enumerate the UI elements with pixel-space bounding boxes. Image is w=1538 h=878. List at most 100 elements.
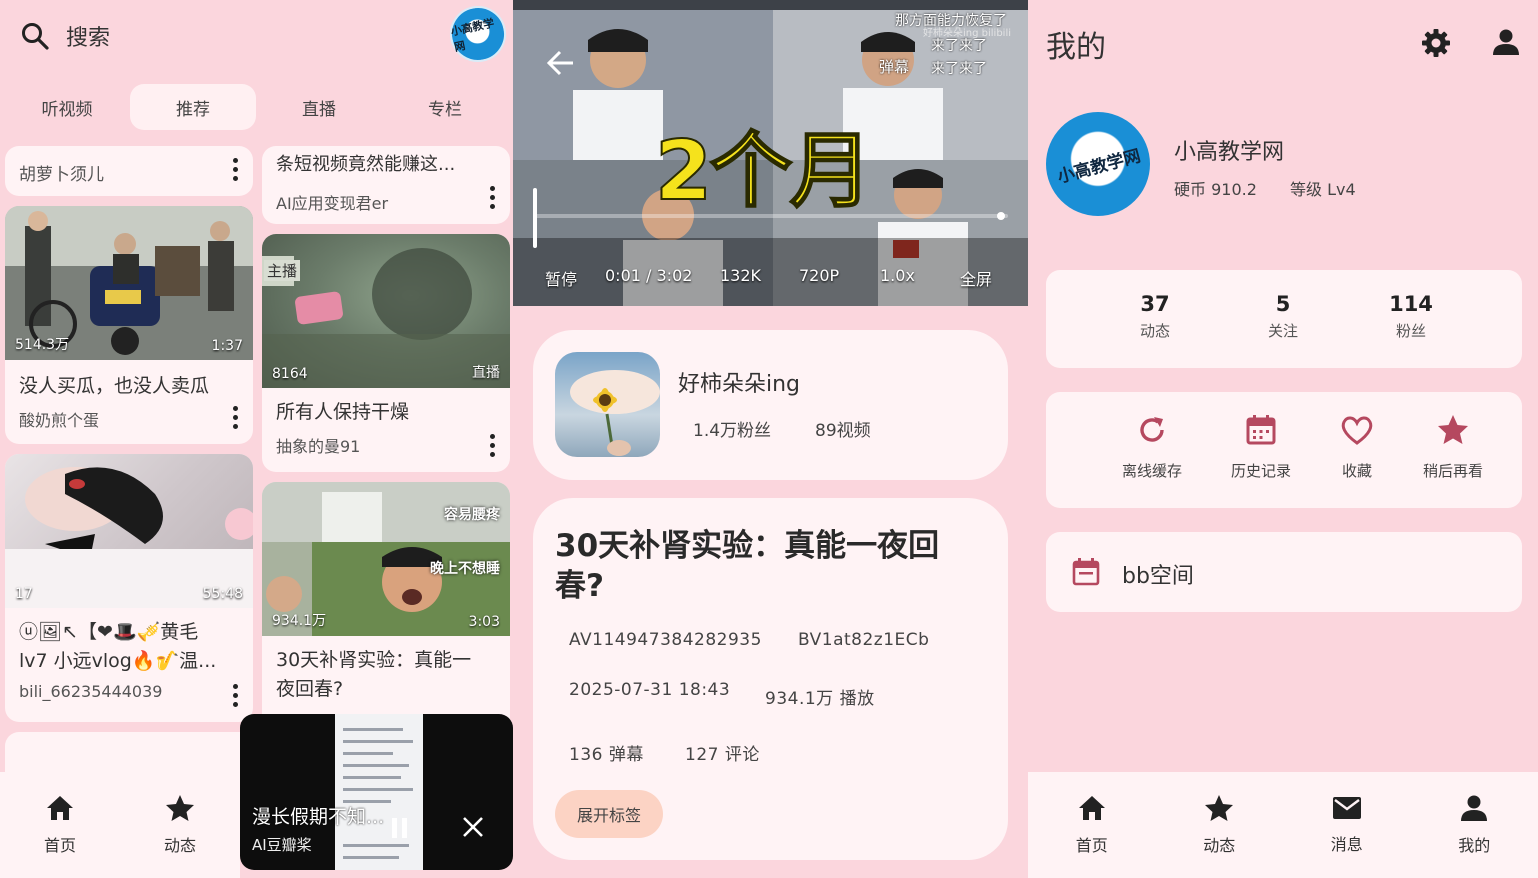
- progress-track[interactable]: [533, 214, 1008, 218]
- video-detail-panel: 2个月 那方面能力恢复了 来了来了 来了来了 弹幕 好柿朵朵ing bilibi…: [513, 0, 1028, 878]
- view-count: 17: [15, 586, 33, 602]
- back-arrow-icon[interactable]: [547, 50, 575, 76]
- stat-label: 动态: [1139, 322, 1170, 340]
- nav-mine[interactable]: 我的: [1411, 772, 1538, 878]
- view-count: 8164: [272, 366, 308, 382]
- danmaku-line: 来了来了: [931, 61, 987, 77]
- video-thumbnail: 容易腰疼 晚上不想睡 934.1万 3:03: [262, 482, 510, 636]
- tab-recommend[interactable]: 推荐: [130, 84, 256, 130]
- gear-icon[interactable]: [1421, 28, 1451, 58]
- video-card[interactable]: 主播 8164 直播 所有人保持干燥 抽象的曼91: [262, 234, 510, 472]
- shortcuts-card: 离线缓存 历史记录 收藏 稍后再看: [1046, 392, 1522, 508]
- heart-icon: [1340, 414, 1374, 446]
- more-menu-icon[interactable]: [233, 406, 238, 429]
- more-menu-icon[interactable]: [490, 434, 495, 457]
- video-info-card: 30天补肾实验：真能一夜回 春? AV114947384282935 BV1at…: [533, 498, 1008, 860]
- video-player[interactable]: 2个月 那方面能力恢复了 来了来了 来了来了 弹幕 好柿朵朵ing bilibi…: [513, 0, 1028, 306]
- search-label: 搜索: [66, 26, 111, 51]
- person-sleeping-image: [5, 467, 253, 608]
- bottom-nav: 首页 动态: [0, 772, 240, 878]
- nav-home[interactable]: 首页: [0, 772, 120, 878]
- creator-card[interactable]: 好柿朵朵ing 1.4万粉丝 89视频: [533, 330, 1008, 480]
- card-title: 没人买瓜，也没人卖瓜: [19, 375, 210, 397]
- nav-dynamic-label: 动态: [1203, 836, 1236, 855]
- profile-panel: 我的 小高教学网 小高教学网 硬币 910.2 等级 Lv4 37 动态 5 关注 …: [1028, 0, 1538, 878]
- pause-icon[interactable]: [390, 817, 410, 839]
- calendar-icon: [1072, 558, 1100, 586]
- account-icon[interactable]: [1492, 28, 1520, 56]
- video-card[interactable]: 条短视频竟然能赚这... AI应用变现君er: [262, 146, 510, 224]
- stat-label: 关注: [1267, 322, 1298, 340]
- tab-live[interactable]: 直播: [256, 84, 382, 130]
- progress-thumb[interactable]: [997, 212, 1005, 220]
- duration: 3:03: [468, 614, 500, 630]
- more-menu-icon[interactable]: [490, 186, 495, 209]
- tab-listen[interactable]: 听视频: [4, 84, 130, 130]
- stat-value: 37: [1140, 292, 1170, 316]
- bb-space-row[interactable]: bb空间: [1046, 532, 1522, 612]
- fullscreen-button[interactable]: 全屏: [960, 266, 992, 290]
- nav-home-label: 首页: [1075, 836, 1108, 855]
- video-card[interactable]: 17 55:48 ⓤ🖼↖【❤🎩🎺黄毛 lv7 小远vlog🔥🎷温... bili…: [5, 454, 253, 722]
- video-watermark: 好柿朵朵ing bilibili: [923, 28, 1012, 39]
- video-card[interactable]: 514.3万 1:37 没人买瓜，也没人卖瓜 酸奶煎个蛋: [5, 206, 253, 444]
- card-author: 酸奶煎个蛋: [19, 411, 100, 430]
- video-card[interactable]: 胡萝卜须儿: [5, 146, 253, 196]
- card-author: 抽象的曼91: [276, 437, 361, 456]
- mini-player[interactable]: 漫长假期不知... AI豆瓣桨: [240, 714, 513, 870]
- card-author: 胡萝卜须儿: [19, 165, 104, 185]
- search-bar[interactable]: 搜索: [20, 18, 110, 54]
- speed-button[interactable]: 1.0x: [880, 266, 915, 285]
- document-preview-image: [343, 728, 413, 859]
- stat-dynamic[interactable]: 37 动态: [1091, 270, 1219, 341]
- profile-avatar[interactable]: 小高教学网: [1046, 112, 1150, 216]
- user-avatar[interactable]: 小高教学网: [444, 0, 512, 68]
- view-count: 934.1万: [272, 613, 327, 629]
- offline-cache-button[interactable]: 离线缓存: [1097, 414, 1207, 481]
- nav-home-label: 首页: [43, 836, 76, 855]
- bv-number: BV1at82z1ECb: [798, 630, 930, 650]
- nav-dynamic-label: 动态: [163, 836, 196, 855]
- calendar-icon: [1245, 414, 1277, 446]
- seek-indicator: [533, 188, 537, 248]
- creator-fans: 1.4万粉丝: [693, 421, 772, 441]
- more-menu-icon[interactable]: [233, 158, 238, 181]
- nav-home[interactable]: 首页: [1028, 772, 1156, 878]
- thumbnail-caption: 晚上不想睡: [430, 561, 500, 577]
- nav-dynamic[interactable]: 动态: [120, 772, 240, 878]
- nav-messages[interactable]: 消息: [1283, 772, 1411, 878]
- creator-name[interactable]: 好柿朵朵ing: [678, 366, 800, 398]
- comment-count: 127 评论: [685, 745, 760, 765]
- history-button[interactable]: 历史记录: [1206, 414, 1316, 481]
- stat-fans[interactable]: 114 粉丝: [1347, 270, 1475, 341]
- card-title: 30天补肾实验：真能一 夜回春?: [276, 649, 472, 700]
- live-badge: 直播: [472, 365, 500, 381]
- stat-following[interactable]: 5 关注: [1219, 270, 1347, 341]
- play-count: 934.1万 播放: [765, 689, 875, 709]
- video-thumbnail: 514.3万 1:37: [5, 206, 253, 360]
- video-card[interactable]: 容易腰疼 晚上不想睡 934.1万 3:03 30天补肾实验：真能一 夜回春?: [262, 482, 510, 732]
- stat-value: 114: [1389, 292, 1433, 316]
- close-icon[interactable]: [462, 816, 484, 838]
- card-author: AI应用变现君er: [276, 194, 389, 213]
- favorites-button[interactable]: 收藏: [1302, 414, 1412, 481]
- page-title: 我的: [1046, 30, 1106, 65]
- stats-card: 37 动态 5 关注 114 粉丝: [1046, 270, 1522, 368]
- nav-dynamic[interactable]: 动态: [1156, 772, 1284, 878]
- account-icon: [1460, 794, 1488, 822]
- star-icon: [1204, 794, 1234, 822]
- bottom-nav: 首页 动态 消息 我的: [1028, 772, 1538, 878]
- more-menu-icon[interactable]: [233, 684, 238, 707]
- mail-icon: [1332, 795, 1362, 821]
- watch-later-button[interactable]: 稍后再看: [1398, 414, 1508, 481]
- tab-column[interactable]: 专栏: [382, 84, 508, 130]
- shortcut-label: 历史记录: [1230, 462, 1291, 480]
- card-title: 条短视频竟然能赚这...: [276, 154, 456, 175]
- creator-videos: 89视频: [815, 421, 871, 441]
- pause-button[interactable]: 暂停: [545, 266, 577, 290]
- quality-button[interactable]: 720P: [799, 266, 839, 285]
- stat-value: 5: [1275, 292, 1291, 316]
- creator-avatar[interactable]: [555, 352, 660, 457]
- shortcut-label: 稍后再看: [1422, 462, 1483, 480]
- expand-tags-button[interactable]: 展开标签: [555, 790, 663, 838]
